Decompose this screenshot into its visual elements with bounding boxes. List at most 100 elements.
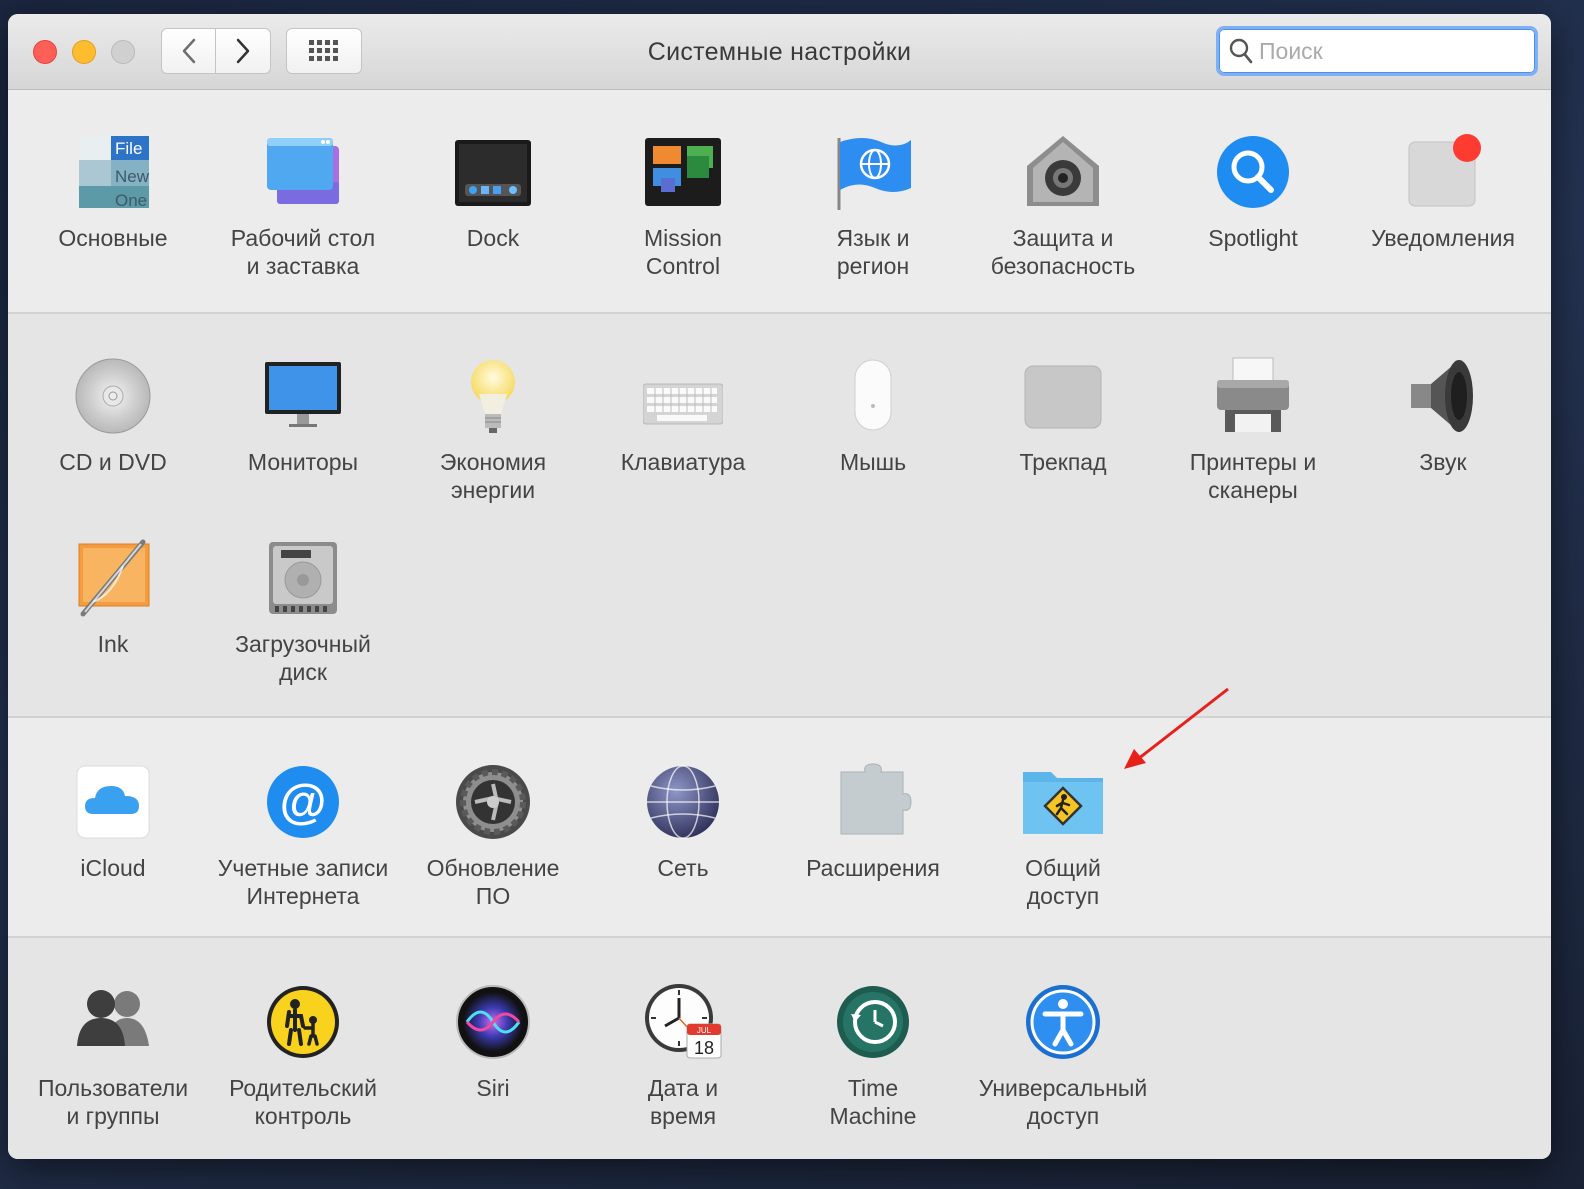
network-globe-icon: [643, 762, 723, 842]
pref-label: Spotlight: [1208, 225, 1298, 251]
pref-cd-dvd[interactable]: CD и DVD: [18, 356, 208, 476]
pref-sharing[interactable]: Общий доступ: [968, 762, 1158, 910]
accessibility-icon: [1023, 982, 1103, 1062]
system-section: Пользователи и группы Родительский контр…: [8, 936, 1551, 1159]
software-update-gear-icon: [453, 762, 533, 842]
monitor-icon: [263, 356, 343, 436]
pref-internet-accounts[interactable]: @ Учетные записи Интернета: [208, 762, 398, 910]
pref-label: iCloud: [80, 855, 146, 881]
internet-accounts-icon: @: [263, 762, 343, 842]
pref-mouse[interactable]: Мышь: [778, 356, 968, 476]
search-field[interactable]: [1216, 26, 1538, 76]
dock-icon: [453, 132, 533, 212]
pref-label: Рабочий стол и заставка: [230, 225, 376, 279]
pref-label: Siri: [476, 1075, 510, 1101]
pref-accessibility[interactable]: Универсальный доступ: [968, 982, 1158, 1130]
pref-label: Принтеры и сканеры: [1189, 449, 1317, 503]
hardware-section: CD и DVD Мониторы Экономия энергии Клави…: [8, 312, 1551, 718]
system-preferences-window: Системные настройки File New One: [8, 14, 1551, 1159]
pref-label: Родительский контроль: [229, 1075, 377, 1129]
sharing-folder-icon: [1023, 762, 1103, 842]
pref-general[interactable]: File New One Основные: [18, 132, 208, 252]
personal-section: File New One Основные Рабочий стол и зас…: [8, 90, 1551, 312]
svg-text:@: @: [280, 776, 327, 829]
pref-notifications[interactable]: Уведомления: [1348, 132, 1538, 252]
calendar-month-text: JUL: [697, 1026, 712, 1035]
cd-dvd-icon: [73, 356, 153, 436]
pref-label: Общий доступ: [1025, 855, 1101, 909]
pref-label: Защита и безопасность: [990, 225, 1136, 279]
pref-label: Звук: [1419, 449, 1467, 475]
annotation-arrow: [1120, 685, 1240, 775]
language-flag-icon: [833, 132, 913, 212]
pref-label: Time Machine: [829, 1075, 917, 1129]
pref-desktop[interactable]: Рабочий стол и заставка: [208, 132, 398, 280]
pref-label: Mission Control: [644, 225, 722, 279]
pref-icloud[interactable]: iCloud: [18, 762, 208, 882]
lightbulb-icon: [453, 356, 533, 436]
pref-label: Уведомления: [1371, 225, 1515, 251]
pref-dock[interactable]: Dock: [398, 132, 588, 252]
internet-section: iCloud @ Учетные записи Интернета Обновл…: [8, 716, 1551, 938]
pref-mission-control[interactable]: Mission Control: [588, 132, 778, 280]
pref-keyboard[interactable]: Клавиатура: [588, 356, 778, 476]
desktop-icon: [263, 132, 343, 212]
pref-label: CD и DVD: [59, 449, 167, 475]
mouse-icon: [833, 356, 913, 436]
pref-label: Экономия энергии: [439, 449, 547, 503]
pref-label: Мониторы: [247, 449, 359, 475]
pref-label: Основные: [58, 225, 168, 251]
clock-calendar-icon: JUL 18: [643, 982, 723, 1062]
pref-startup-disk[interactable]: Загрузочный диск: [208, 538, 398, 686]
pref-label: Универсальный доступ: [978, 1075, 1148, 1129]
pref-label: Дата и время: [647, 1075, 719, 1129]
pref-date-time[interactable]: JUL 18 Дата и время: [588, 982, 778, 1130]
parental-controls-icon: [263, 982, 343, 1062]
pref-siri[interactable]: Siri: [398, 982, 588, 1102]
general-icon-file-text: File: [115, 139, 142, 158]
calendar-day-text: 18: [694, 1038, 714, 1058]
siri-icon: [453, 982, 533, 1062]
pref-printers[interactable]: Принтеры и сканеры: [1158, 356, 1348, 504]
icloud-icon: [73, 762, 153, 842]
pref-time-machine[interactable]: Time Machine: [778, 982, 968, 1130]
search-input[interactable]: [1257, 36, 1531, 66]
pref-label: Трекпад: [1019, 449, 1107, 475]
notifications-icon: [1403, 132, 1483, 212]
pref-security[interactable]: Защита и безопасность: [968, 132, 1158, 280]
pref-label: Клавиатура: [620, 449, 746, 475]
pref-label: Учетные записи Интернета: [217, 855, 389, 909]
title-bar: Системные настройки: [8, 14, 1551, 90]
pref-label: Сеть: [657, 855, 709, 881]
keyboard-icon: [643, 356, 723, 436]
pref-software-update[interactable]: Обновление ПО: [398, 762, 588, 910]
pref-trackpad[interactable]: Трекпад: [968, 356, 1158, 476]
pref-label: Загрузочный диск: [235, 631, 371, 685]
pref-ink[interactable]: Ink: [18, 538, 208, 658]
pref-extensions[interactable]: Расширения: [778, 762, 968, 882]
spotlight-icon: [1213, 132, 1293, 212]
pref-label: Мышь: [839, 449, 907, 475]
pref-spotlight[interactable]: Spotlight: [1158, 132, 1348, 252]
pref-sound[interactable]: Звук: [1348, 356, 1538, 476]
pref-label: Обновление ПО: [426, 855, 560, 909]
printer-icon: [1213, 356, 1293, 436]
hard-disk-icon: [263, 538, 343, 618]
pref-label: Ink: [97, 631, 129, 657]
ink-icon: [73, 538, 153, 618]
pref-label: Пользователи и группы: [37, 1075, 189, 1129]
pref-network[interactable]: Сеть: [588, 762, 778, 882]
general-icon-one-text: One: [115, 191, 147, 210]
pref-users-groups[interactable]: Пользователи и группы: [18, 982, 208, 1130]
general-icon-new-text: New: [115, 167, 150, 186]
pref-parental-controls[interactable]: Родительский контроль: [208, 982, 398, 1130]
pref-energy[interactable]: Экономия энергии: [398, 356, 588, 504]
speaker-icon: [1403, 356, 1483, 436]
pref-language-region[interactable]: Язык и регион: [778, 132, 968, 280]
pref-displays[interactable]: Мониторы: [208, 356, 398, 476]
general-icon: File New One: [73, 132, 153, 212]
mission-control-icon: [643, 132, 723, 212]
time-machine-icon: [833, 982, 913, 1062]
extensions-puzzle-icon: [833, 762, 913, 842]
security-house-icon: [1023, 132, 1103, 212]
